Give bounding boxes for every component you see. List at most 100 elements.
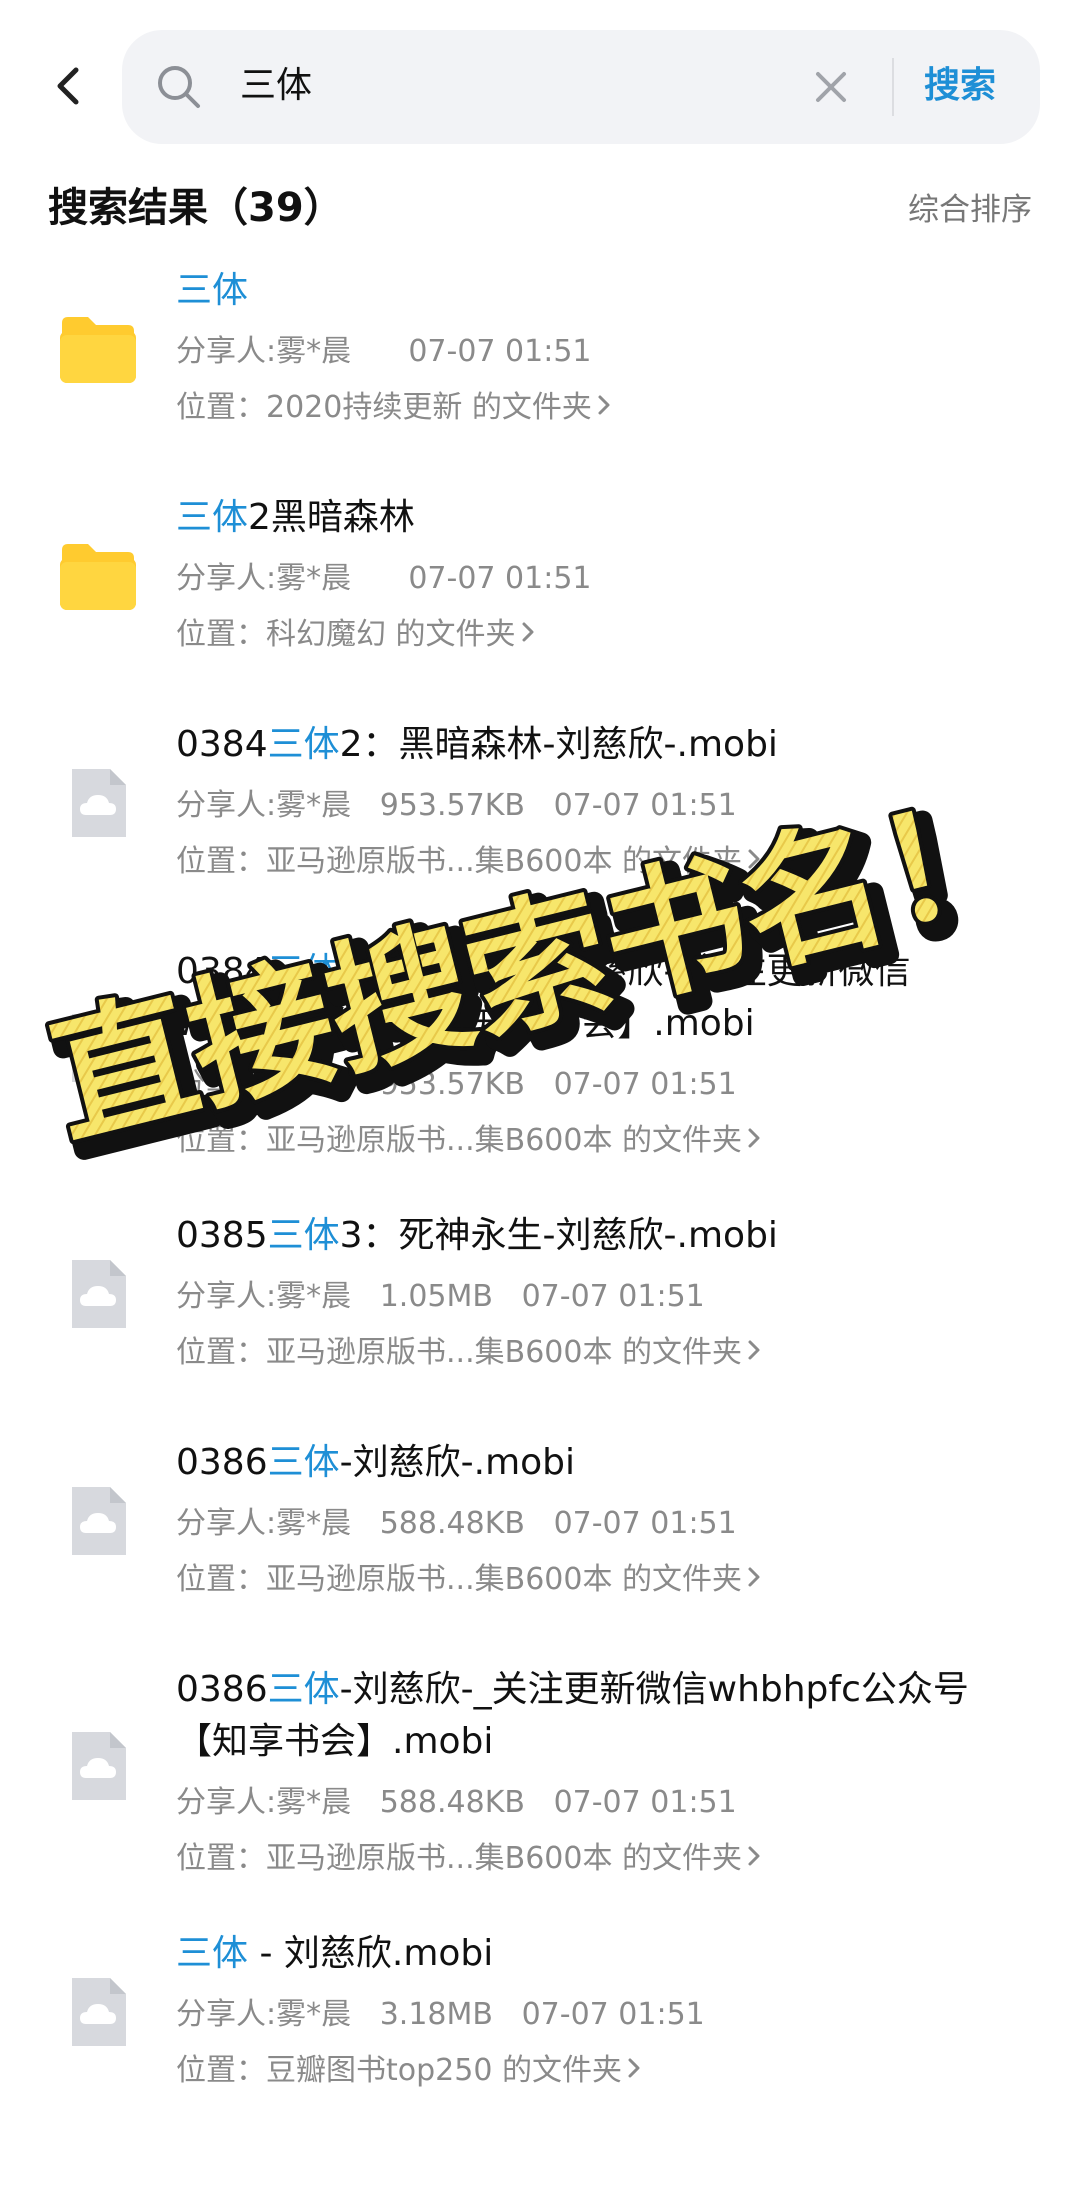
chevron-right-icon — [596, 387, 612, 429]
item-size: 588.48KB — [379, 1506, 525, 1541]
item-title: 0384三体2：黑暗森林-刘慈欣-.mobi — [176, 719, 1040, 771]
item-location-link[interactable]: 位置：豆瓣图书top250 的文件夹 — [176, 2050, 1040, 2092]
back-icon[interactable] — [48, 64, 92, 108]
item-location-link[interactable]: 位置：亚马逊原版书...集B600本 的文件夹 — [176, 1332, 1040, 1374]
sort-button[interactable]: 综合排序 — [908, 188, 1032, 232]
item-date: 07-07 01:51 — [408, 334, 592, 369]
item-sharer: 分享人:雾*晨 — [176, 1279, 352, 1314]
list-item[interactable]: 0386三体-刘慈欣-.mobi 分享人:雾*晨 588.48KB 07-07 0… — [0, 1437, 1080, 1600]
list-item[interactable]: 0384三体2：黑暗森林-刘慈欣-.mobi 分享人:雾*晨 953.57KB 0… — [0, 719, 1080, 882]
item-title: 三体 - 刘慈欣.mobi — [176, 1928, 1040, 1980]
item-title-highlight: 三体 — [267, 1215, 340, 1256]
item-date: 07-07 01:51 — [553, 1785, 737, 1820]
chevron-right-icon — [746, 841, 762, 883]
item-title-prefix: 0384 — [176, 724, 268, 765]
clear-icon[interactable] — [812, 68, 850, 106]
item-meta: 分享人:雾*晨 953.57KB 07-07 01:51 — [176, 785, 1040, 827]
item-location-link[interactable]: 位置：亚马逊原版书...集B600本 的文件夹 — [176, 841, 1040, 883]
item-location-link[interactable]: 位置：亚马逊原版书...集B600本 的文件夹 — [176, 1559, 1040, 1601]
item-meta: 分享人:雾*晨 07-07 01:51 — [176, 331, 1040, 373]
list-item[interactable]: 三体 - 刘慈欣.mobi 分享人:雾*晨 3.18MB 07-07 01:51 位… — [0, 1928, 1080, 2091]
item-size: 588.48KB — [379, 1785, 525, 1820]
search-button[interactable]: 搜索 — [924, 60, 996, 112]
chevron-right-icon — [746, 1559, 762, 1601]
item-location-link[interactable]: 位置：2020持续更新 的文件夹 — [176, 387, 1040, 429]
item-title-highlight: 三体 — [267, 951, 340, 992]
cloud-file-icon — [56, 1970, 140, 2054]
item-sharer: 分享人:雾*晨 — [176, 334, 352, 369]
item-location: 位置：豆瓣图书top250 的文件夹 — [176, 2053, 622, 2088]
chevron-right-icon — [746, 1120, 762, 1162]
chevron-right-icon — [520, 614, 536, 656]
search-header: 三体 搜索 — [0, 30, 1080, 146]
item-title-highlight: 三体 — [176, 497, 249, 538]
item-location: 位置：亚马逊原版书...集B600本 的文件夹 — [176, 1841, 742, 1876]
item-title-suffix: - 刘慈欣.mobi — [248, 1933, 494, 1974]
item-date: 07-07 01:51 — [553, 1506, 737, 1541]
item-title-prefix: 0385 — [176, 1215, 268, 1256]
item-title-highlight: 三体 — [176, 1933, 249, 1974]
item-title: 0385三体3：死神永生-刘慈欣-.mobi — [176, 1210, 1040, 1262]
item-sharer: 分享人:雾*晨 — [176, 1067, 352, 1102]
item-date: 07-07 01:51 — [521, 1997, 705, 2032]
item-size: 953.57KB — [379, 1067, 525, 1102]
item-location: 位置：亚马逊原版书...集B600本 的文件夹 — [176, 844, 742, 879]
divider — [892, 58, 894, 116]
item-date: 07-07 01:51 — [521, 1279, 705, 1314]
search-box[interactable]: 三体 搜索 — [122, 30, 1040, 144]
item-size: 953.57KB — [379, 788, 525, 823]
item-meta: 分享人:雾*晨 07-07 01:51 — [176, 558, 1040, 600]
cloud-file-icon — [56, 1252, 140, 1336]
chevron-right-icon — [746, 1332, 762, 1374]
item-size: 3.18MB — [379, 1997, 493, 2032]
list-item[interactable]: 三体2黑暗森林分享人:雾*晨 07-07 01:51 位置：科幻魔幻 的文件夹 — [0, 492, 1080, 655]
item-title: 三体2黑暗森林 — [176, 492, 1040, 544]
chevron-right-icon — [626, 2050, 642, 2092]
item-title-suffix: 3：死神永生-刘慈欣-.mobi — [339, 1215, 778, 1256]
item-title-highlight: 三体 — [267, 1669, 340, 1710]
item-sharer: 分享人:雾*晨 — [176, 788, 352, 823]
item-title-suffix: 2黑暗森林 — [248, 497, 415, 538]
results-title: 搜索结果（39） — [48, 185, 344, 231]
item-title: 0386三体-刘慈欣-.mobi — [176, 1437, 1040, 1489]
item-sharer: 分享人:雾*晨 — [176, 1997, 352, 2032]
item-meta: 分享人:雾*晨 588.48KB 07-07 01:51 — [176, 1503, 1040, 1545]
item-location-link[interactable]: 位置：亚马逊原版书...集B600本 的文件夹 — [176, 1120, 1040, 1162]
chevron-right-icon — [746, 1838, 762, 1880]
item-title-prefix: 0386 — [176, 1442, 268, 1483]
folder-icon — [56, 307, 140, 391]
item-title: 0386三体-刘慈欣-_关注更新微信whbhpfc公众号【知享书会】.mobi — [176, 1664, 1040, 1768]
item-meta: 分享人:雾*晨 1.05MB 07-07 01:51 — [176, 1276, 1040, 1318]
item-title-suffix: -刘慈欣-.mobi — [339, 1442, 576, 1483]
item-meta: 分享人:雾*晨 953.57KB 07-07 01:51 — [176, 1064, 1040, 1106]
item-location: 位置：2020持续更新 的文件夹 — [176, 390, 592, 425]
item-meta: 分享人:雾*晨 588.48KB 07-07 01:51 — [176, 1782, 1040, 1824]
item-location: 位置：亚马逊原版书...集B600本 的文件夹 — [176, 1335, 742, 1370]
item-title-highlight: 三体 — [176, 270, 249, 311]
list-item[interactable]: 0386三体-刘慈欣-_关注更新微信whbhpfc公众号【知享书会】.mobi 分… — [0, 1664, 1080, 1876]
item-location: 位置：亚马逊原版书...集B600本 的文件夹 — [176, 1562, 742, 1597]
cloud-file-icon — [56, 1479, 140, 1563]
item-sharer: 分享人:雾*晨 — [176, 1785, 352, 1820]
item-sharer: 分享人:雾*晨 — [176, 561, 352, 596]
item-location: 位置：亚马逊原版书...集B600本 的文件夹 — [176, 1123, 742, 1158]
search-input[interactable]: 三体 — [240, 60, 312, 112]
item-location-link[interactable]: 位置：亚马逊原版书...集B600本 的文件夹 — [176, 1838, 1040, 1880]
item-title-suffix: 2：黑暗森林-刘慈欣-.mobi — [339, 724, 778, 765]
folder-icon — [56, 534, 140, 618]
item-title-prefix: 0384 — [176, 951, 268, 992]
item-size: 1.05MB — [379, 1279, 493, 1314]
list-item[interactable]: 0385三体3：死神永生-刘慈欣-.mobi 分享人:雾*晨 1.05MB 07-… — [0, 1210, 1080, 1373]
item-title: 0384三体2：黑暗森林-刘慈欣-_关注更新微信whbhpfc公众号【知享书会】… — [176, 946, 1040, 1050]
item-title-prefix: 0386 — [176, 1669, 268, 1710]
cloud-file-icon — [56, 761, 140, 845]
item-date: 07-07 01:51 — [553, 1067, 737, 1102]
list-item[interactable]: 0384三体2：黑暗森林-刘慈欣-_关注更新微信whbhpfc公众号【知享书会】… — [0, 946, 1080, 1158]
list-item[interactable]: 三体分享人:雾*晨 07-07 01:51 位置：2020持续更新 的文件夹 — [0, 265, 1080, 428]
item-date: 07-07 01:51 — [408, 561, 592, 596]
item-title-highlight: 三体 — [267, 724, 340, 765]
cloud-file-icon — [56, 1724, 140, 1808]
item-location-link[interactable]: 位置：科幻魔幻 的文件夹 — [176, 614, 1040, 656]
cloud-file-icon — [56, 1006, 140, 1090]
item-title: 三体 — [176, 265, 1040, 317]
